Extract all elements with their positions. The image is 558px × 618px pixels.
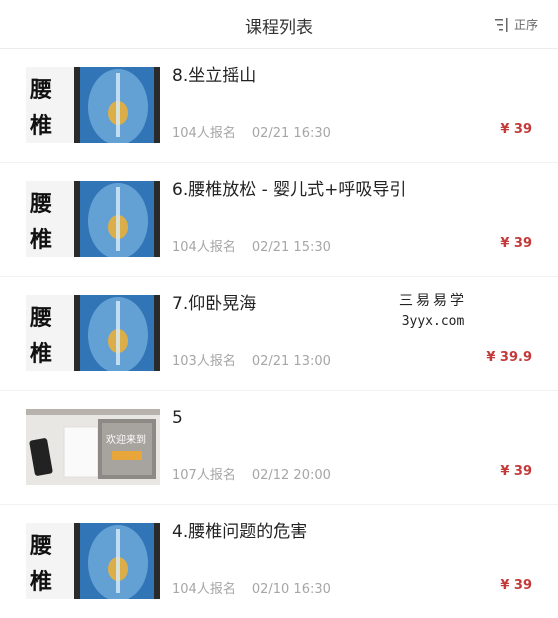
course-meta: 104人报名 02/21 15:30 — [172, 236, 331, 255]
thumb-char: 腰 — [29, 305, 52, 331]
course-meta: 107人报名 02/12 20:00 — [172, 464, 331, 483]
enroll-count: 107人报名 — [172, 468, 236, 483]
thumb-char: 椎 — [30, 113, 52, 139]
thumb-char: 椎 — [30, 569, 52, 595]
course-item[interactable]: 欢迎来到 5 107人报名 02/12 20:00 ¥ 39 — [0, 390, 558, 505]
enroll-count: 104人报名 — [172, 240, 236, 255]
course-title[interactable]: 8.坐立摇山 — [172, 65, 412, 88]
enroll-count: 103人报名 — [172, 354, 236, 369]
sort-toggle[interactable]: 正序 — [494, 16, 538, 33]
course-title[interactable]: 6.腰椎放松 - 婴儿式+呼吸导引 — [172, 179, 412, 202]
thumb-caption: 欢迎来到 — [106, 433, 146, 446]
course-thumbnail: 欢迎来到 — [26, 409, 160, 485]
header-bar: 课程列表 正序 — [0, 0, 558, 49]
course-price: ¥ 39 — [500, 122, 532, 137]
course-meta: 104人报名 02/21 16:30 — [172, 122, 331, 141]
course-title[interactable]: 4.腰椎问题的危害 — [172, 521, 412, 544]
sort-label: 正序 — [513, 18, 538, 32]
thumb-char: 腰 — [29, 77, 52, 103]
course-price: ¥ 39.9 — [486, 350, 532, 365]
course-title[interactable]: 5 — [172, 407, 412, 430]
course-item[interactable]: 腰 椎 7.仰卧晃海 103人报名 02/21 13:00 ¥ 39.9 — [0, 276, 558, 391]
course-item[interactable]: 腰 椎 6.腰椎放松 - 婴儿式+呼吸导引 104人报名 02/21 15:30 … — [0, 162, 558, 277]
course-date: 02/21 15:30 — [251, 240, 331, 255]
course-thumbnail: 腰 椎 — [26, 523, 160, 599]
sort-list-icon — [494, 17, 508, 32]
page-title: 课程列表 — [245, 18, 313, 38]
course-meta: 104人报名 02/10 16:30 — [172, 578, 331, 597]
course-item[interactable]: 腰 椎 8.坐立摇山 104人报名 02/21 16:30 ¥ 39 — [0, 48, 558, 163]
thumb-char: 腰 — [29, 191, 52, 217]
course-price: ¥ 39 — [500, 236, 532, 251]
course-price: ¥ 39 — [500, 464, 532, 479]
course-date: 02/21 16:30 — [251, 126, 331, 141]
course-thumbnail: 腰 椎 — [26, 67, 160, 143]
course-date: 02/12 20:00 — [251, 468, 331, 483]
course-date: 02/10 16:30 — [251, 582, 331, 597]
enroll-count: 104人报名 — [172, 126, 236, 141]
course-item[interactable]: 腰 椎 4.腰椎问题的危害 104人报名 02/10 16:30 ¥ 39 — [0, 504, 558, 618]
course-thumbnail: 腰 椎 — [26, 181, 160, 257]
thumb-char: 椎 — [30, 341, 52, 367]
course-meta: 103人报名 02/21 13:00 — [172, 350, 331, 369]
thumb-char: 椎 — [30, 227, 52, 253]
watermark-smudge — [298, 290, 398, 330]
thumb-char: 腰 — [29, 533, 52, 559]
course-price: ¥ 39 — [500, 578, 532, 593]
enroll-count: 104人报名 — [172, 582, 236, 597]
course-thumbnail: 腰 椎 — [26, 295, 160, 371]
course-date: 02/21 13:00 — [251, 354, 331, 369]
